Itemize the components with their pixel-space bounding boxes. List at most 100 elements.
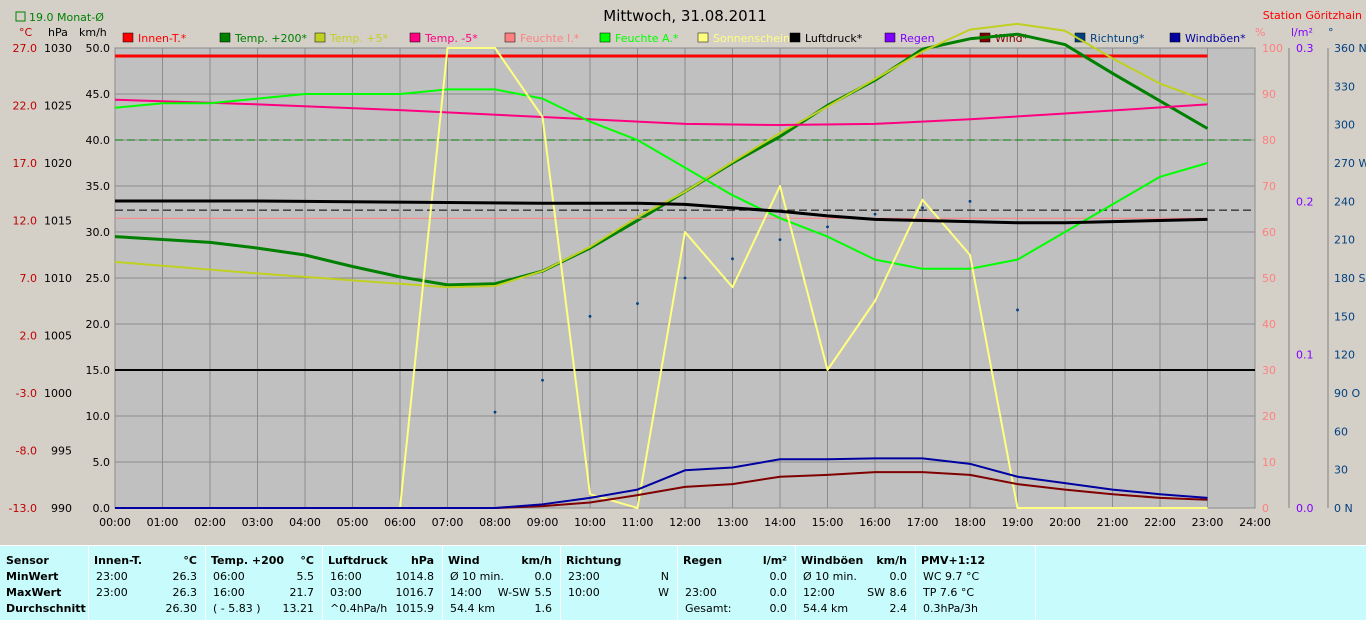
stats-column: Temp. +200 °C 06:00 5.5 16:00 21.7 ( - 5.83 ) 1… [205,546,323,620]
direction-point [826,225,829,229]
direction-point [683,276,687,280]
y-tick-label-rain: 0.1 [1296,349,1314,362]
x-tick-label: 24:00 [1239,516,1271,529]
x-tick-label: 12:00 [669,516,701,529]
x-tick-label: 14:00 [764,516,796,529]
y-tick-label-direction: 360 N [1334,42,1366,55]
stats-column-unit: l/m² [762,554,787,567]
stats-column-title: Richtung [566,554,622,567]
x-tick-label: 02:00 [194,516,226,529]
weather-chart: 00:00 01:00 02:00 03:00 04:00 05:00 06:00 07:00… [0,0,1366,542]
stats-cell-value: 21.7 [289,586,315,599]
y-tick-label-temp: -13.0 [9,502,37,515]
stats-cell-value: 1015.9 [395,602,435,615]
legend-swatch [504,32,516,43]
y-tick-label-temp: 17.0 [13,157,38,170]
x-tick-label: 08:00 [479,516,511,529]
stats-cell-value: 1016.7 [395,586,435,599]
stats-column-title: PMV+1:12 [921,554,986,567]
stats-cell-left: 12:00 [803,586,835,599]
y-tick-label-direction: 330 [1334,80,1355,93]
y-tick-label-wind: 20.0 [86,318,111,331]
direction-point [921,206,924,210]
y-tick-label-rain: 0.2 [1296,195,1314,208]
y-tick-label-wind: 40.0 [86,134,111,147]
stats-cell-value: 13.21 [282,602,315,615]
stats-column-unit: °C [183,554,197,567]
x-tick-label: 19:00 [1002,516,1034,529]
stats-cell-left: TP 7.6 °C [923,586,975,599]
y-tick-label-direction: 0 N [1334,502,1353,515]
stats-column-unit: °C [300,554,314,567]
stats-cell-left: 16:00 [213,586,245,599]
stats-cell-value: 0.0 [769,602,788,615]
legend-label: Temp. +200* [234,32,308,45]
stats-column-title: Windböen [801,554,864,567]
stats-column: Richtung 23:00 N 10:00 W [560,546,678,620]
x-tick-label: 20:00 [1049,516,1081,529]
stats-column: PMV+1:12 WC 9.7 °C TP 7.6 °C 0.3hPa/3h [915,546,1036,620]
legend-swatch [409,32,421,43]
stats-column: Sensor MinWert MaxWert Durchschnitt [0,546,89,620]
stats-column: Innen-T. °C 23:00 26.3 23:00 26.3 26.30 [88,546,206,620]
y-tick-label-humidity: 50 [1262,272,1276,285]
y-tick-label-wind: 10.0 [86,410,111,423]
y-tick-label-humidity: 20 [1262,410,1276,423]
y-tick-label-temp: 2.0 [20,330,38,343]
stats-cell-left: 54.4 km [450,602,496,615]
legend-swatch [884,32,896,43]
x-tick-label: 21:00 [1097,516,1129,529]
x-tick-label: 13:00 [717,516,749,529]
pressure-unit: hPa [48,26,68,39]
legend-label: Richtung* [1090,32,1145,45]
legend-label: Regen [900,32,935,45]
stats-cell-value: W [658,586,669,599]
y-tick-label-direction: 300 [1334,119,1355,132]
stats-cell-value: 26.30 [165,602,198,615]
monthly-avg-icon [15,11,26,22]
x-tick-label: 18:00 [954,516,986,529]
stats-cell-value: 26.3 [172,586,198,599]
y-tick-label-wind: 30.0 [86,226,111,239]
y-tick-label-wind: 15.0 [86,364,111,377]
stats-cell-left: 23:00 [568,570,600,583]
rain-unit: l/m² [1291,26,1313,39]
stats-cell-value: 26.3 [172,570,198,583]
legend-swatch [1169,32,1181,43]
direction-point [1016,308,1019,312]
direction-point [541,378,544,382]
humidity-unit: % [1255,26,1265,39]
stats-cell-left: 06:00 [213,570,245,583]
y-tick-label-temp: 27.0 [13,42,38,55]
stats-column-unit: km/h [521,554,552,567]
direction-point [588,314,592,318]
y-tick-label-wind: 50.0 [86,42,111,55]
y-tick-label-direction: 90 O [1334,387,1360,400]
y-tick-label-humidity: 40 [1262,318,1276,331]
y-tick-label-humidity: 10 [1262,456,1276,469]
x-tick-label: 04:00 [289,516,321,529]
direction-point [636,302,639,305]
stats-cell-left: 0.3hPa/3h [923,602,979,615]
stats-column-title: Sensor [6,554,49,567]
direction-unit: ° [1328,26,1334,39]
statistics-panel: Sensor MinWert MaxWert Durchschnitt Innen-T.… [0,545,1366,620]
stats-column-unit: km/h [876,554,907,567]
chart-title: Mittwoch, 31.08.2011 [603,7,767,25]
temp-unit: °C [19,26,33,39]
y-tick-label-temp: 12.0 [13,215,38,228]
stats-column-title: Regen [683,554,723,567]
stats-cell-left: 23:00 [685,586,717,599]
stats-cell-value: 5.5 [296,570,315,583]
stats-cell-left: 14:00 [450,586,482,599]
stats-column-unit: hPa [410,554,434,567]
legend-swatch [219,32,231,43]
stats-column: Regen l/m² 0.0 23:00 0.0 Gesamt: 0.0 [677,546,796,620]
y-tick-label-humidity: 0 [1262,502,1269,515]
y-tick-label-direction: 150 [1334,310,1355,323]
y-tick-label-temp: -8.0 [16,445,37,458]
stats-cell-mid: SW [867,586,885,599]
y-tick-label-wind: 5.0 [93,456,111,469]
stats-cell-left: 54.4 km [803,602,849,615]
x-tick-label: 01:00 [147,516,179,529]
